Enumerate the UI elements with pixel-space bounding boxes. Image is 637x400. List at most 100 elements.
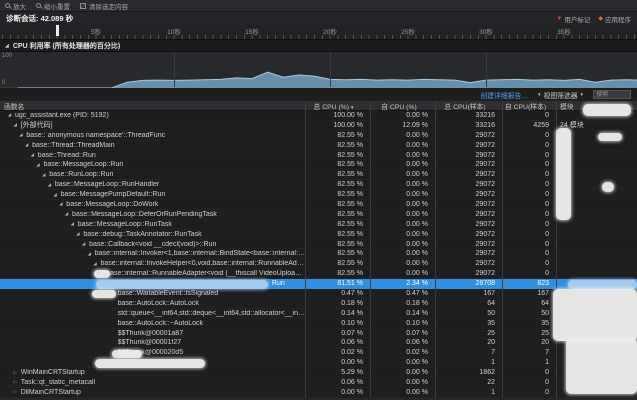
table-row[interactable]: ◢base::Thread::ThreadMain82.55 %0.00 %29… <box>0 141 637 151</box>
table-row[interactable]: ◢base::MessageLoop::RunHandler82.55 %0.0… <box>0 180 637 190</box>
table-row[interactable]: $$Thunk@000020d50.02 %0.02 %77 <box>0 348 637 358</box>
table-row[interactable]: ◢base::RunLoop::Run82.55 %0.00 %290720 <box>0 170 637 180</box>
table-row[interactable]: ▷DllMainCRTStartup0.00 %0.00 %10 <box>0 388 637 398</box>
self-cpu-pct: 0.00 % <box>370 132 435 139</box>
expand-icon[interactable]: ▷ <box>12 379 19 385</box>
self-cpu-samples: 0 <box>502 161 556 168</box>
total-cpu-samples: 20 <box>435 339 502 346</box>
collapse-icon[interactable]: ◢ <box>86 251 93 257</box>
total-cpu-samples: 29072 <box>435 241 502 248</box>
view-filter-dropdown[interactable]: ▼ 视图筛选器 ▼ <box>537 90 584 100</box>
table-row[interactable]: ◢base::MessageLoop::RunTask82.55 %0.00 %… <box>0 220 637 230</box>
timeline-ruler[interactable]: 5秒10秒15秒20秒25秒30秒35秒40秒 <box>0 25 637 40</box>
collapse-icon[interactable]: ◢ <box>17 132 24 138</box>
collapse-icon[interactable]: ◢ <box>63 211 70 217</box>
table-row[interactable]: base::AutoLock::~AutoLock0.10 %0.10 %353… <box>0 319 637 329</box>
redaction-blob <box>566 338 637 394</box>
self-cpu-samples: 35 <box>502 320 556 327</box>
cpu-section-title: CPU 利用率 (所有处理器的百分比) <box>13 41 120 51</box>
total-cpu-pct: 0.18 % <box>305 300 370 307</box>
table-row[interactable]: ◢base::debug::TaskAnnotator::RunTask82.5… <box>0 230 637 240</box>
table-row[interactable]: ◢base::internal::Invoker<1,base::interna… <box>0 249 637 259</box>
self-cpu-pct: 0.00 % <box>370 181 435 188</box>
total-cpu-samples: 22 <box>435 379 502 386</box>
table-row[interactable]: ◢base::MessageLoop::DeferOrRunPendingTas… <box>0 210 637 220</box>
table-row[interactable]: std::queue<__int64,std::deque<__int64,st… <box>0 309 637 319</box>
table-row[interactable]: ◢base::`anonymous namespace'::ThreadFunc… <box>0 131 637 141</box>
table-row[interactable]: ◢base::internal::InvokeHelper<0,void,bas… <box>0 259 637 269</box>
table-row[interactable]: base::AutoLock::AutoLock0.18 %0.18 %6464 <box>0 299 637 309</box>
function-name: DllMainCRTStartup <box>21 389 81 396</box>
total-cpu-pct: 82.55 % <box>305 191 370 198</box>
function-name-cell: ◢[外部代码] <box>0 120 305 130</box>
collapse-icon[interactable]: ◢ <box>35 162 42 168</box>
collapse-icon[interactable]: ◢ <box>80 241 87 247</box>
section-collapse-icon[interactable]: ◢ <box>5 43 9 49</box>
collapse-icon[interactable]: ◢ <box>46 182 53 188</box>
column-header[interactable]: 自 CPU (%) <box>370 101 435 111</box>
create-detailed-report-link[interactable]: 创建详细报告… <box>481 90 529 100</box>
table-row[interactable]: $$Thunk@00001f270.06 %0.06 %2020 <box>0 338 637 348</box>
self-cpu-samples: 0 <box>502 142 556 149</box>
timeline-legend: ▼ 用户标记 ◆ 应用程序 <box>556 14 631 24</box>
total-cpu-samples: 29072 <box>435 260 502 267</box>
clear-selection-icon <box>80 3 86 9</box>
redaction-blob <box>94 270 110 278</box>
cpu-utilization-section-header[interactable]: ◢ CPU 利用率 (所有处理器的百分比) <box>0 40 637 52</box>
call-tree-table: 函数名总 CPU (%)▼自 CPU (%)总 CPU(样本)自 CPU(样本)… <box>0 101 637 398</box>
column-header[interactable]: 自 CPU(样本) <box>502 101 556 111</box>
table-row[interactable]: ▷Task::qt_static_metacall0.06 %0.00 %220 <box>0 378 637 388</box>
column-header[interactable]: 总 CPU (%)▼ <box>305 101 370 111</box>
self-cpu-pct: 0.00 % <box>370 112 435 119</box>
collapse-icon[interactable]: ◢ <box>12 122 19 128</box>
total-cpu-samples: 29072 <box>435 211 502 218</box>
search-input[interactable] <box>593 90 631 99</box>
self-cpu-pct: 0.02 % <box>370 349 435 356</box>
collapse-icon[interactable]: ◢ <box>6 112 13 118</box>
table-row[interactable]: ◢base::MessageLoop::DoWork82.55 %0.00 %2… <box>0 200 637 210</box>
table-row[interactable]: ◢base::Thread::Run82.55 %0.00 %290720 <box>0 151 637 161</box>
self-cpu-samples: 0 <box>502 369 556 376</box>
column-header[interactable]: 函数名 <box>0 101 305 111</box>
table-row[interactable]: ◢[外部代码]100.00 %12.09 %33216425924 模块 <box>0 121 637 131</box>
collapse-icon[interactable]: ◢ <box>29 152 36 158</box>
self-cpu-pct: 0.00 % <box>370 369 435 376</box>
collapse-icon[interactable]: ◢ <box>52 192 59 198</box>
cpu-utilization-chart[interactable]: 100 0 <box>0 52 637 88</box>
function-name: base::Thread::ThreadMain <box>32 142 115 149</box>
expand-icon[interactable]: ▷ <box>12 370 19 376</box>
table-row[interactable]: ◢base::Callback<void __cdecl(void)>::Run… <box>0 240 637 250</box>
total-cpu-samples: 29072 <box>435 221 502 228</box>
table-row[interactable]: ▷WinMainCRTStartup5.29 %0.00 %18620 <box>0 368 637 378</box>
collapse-icon[interactable]: ◢ <box>23 142 30 148</box>
total-cpu-pct: 82.55 % <box>305 161 370 168</box>
function-name: base::MessageLoop::RunHandler <box>55 181 159 188</box>
table-row[interactable]: $$Thunk@00001a870.07 %0.07 %2525 <box>0 329 637 339</box>
total-cpu-pct: 0.14 % <box>305 310 370 317</box>
function-name: [外部代码] <box>21 120 53 130</box>
collapse-icon[interactable]: ◢ <box>57 201 64 207</box>
collapse-icon[interactable]: ◢ <box>92 261 99 267</box>
collapse-icon[interactable]: ◢ <box>74 231 81 237</box>
self-cpu-samples: 25 <box>502 330 556 337</box>
function-name: base::MessagePumpDefault::Run <box>61 191 166 198</box>
column-header[interactable]: 总 CPU(样本) <box>435 101 502 111</box>
self-cpu-samples: 0 <box>502 389 556 396</box>
cpu-usage-profiler-window: 放大缩小重置清除选定内容 诊断会话: 42.089 秒 ▼ 用户标记 ◆ 应用程… <box>0 0 637 400</box>
清除选定内容-button[interactable]: 清除选定内容 <box>80 1 128 11</box>
total-cpu-pct: 82.55 % <box>305 241 370 248</box>
collapse-icon[interactable]: ◢ <box>69 221 76 227</box>
call-tree-header: 函数名总 CPU (%)▼自 CPU (%)总 CPU(样本)自 CPU(样本)… <box>0 101 637 111</box>
total-cpu-pct: 82.55 % <box>305 221 370 228</box>
table-row[interactable]: ◢base::MessagePumpDefault::Run82.55 %0.0… <box>0 190 637 200</box>
table-row[interactable]: ◢base::MessageLoop::Run82.55 %0.00 %2907… <box>0 160 637 170</box>
redaction-blob <box>96 280 268 289</box>
缩小重置-button[interactable]: 缩小重置 <box>36 1 70 11</box>
放大-button[interactable]: 放大 <box>5 1 26 11</box>
expand-icon[interactable]: ▷ <box>12 389 19 395</box>
self-cpu-samples: 0 <box>502 211 556 218</box>
self-cpu-pct: 0.00 % <box>370 359 435 366</box>
timeline-cursor[interactable] <box>56 25 59 36</box>
collapse-icon[interactable]: ◢ <box>40 172 47 178</box>
function-name: base::WaitableEvent::IsSignaled <box>118 290 219 297</box>
